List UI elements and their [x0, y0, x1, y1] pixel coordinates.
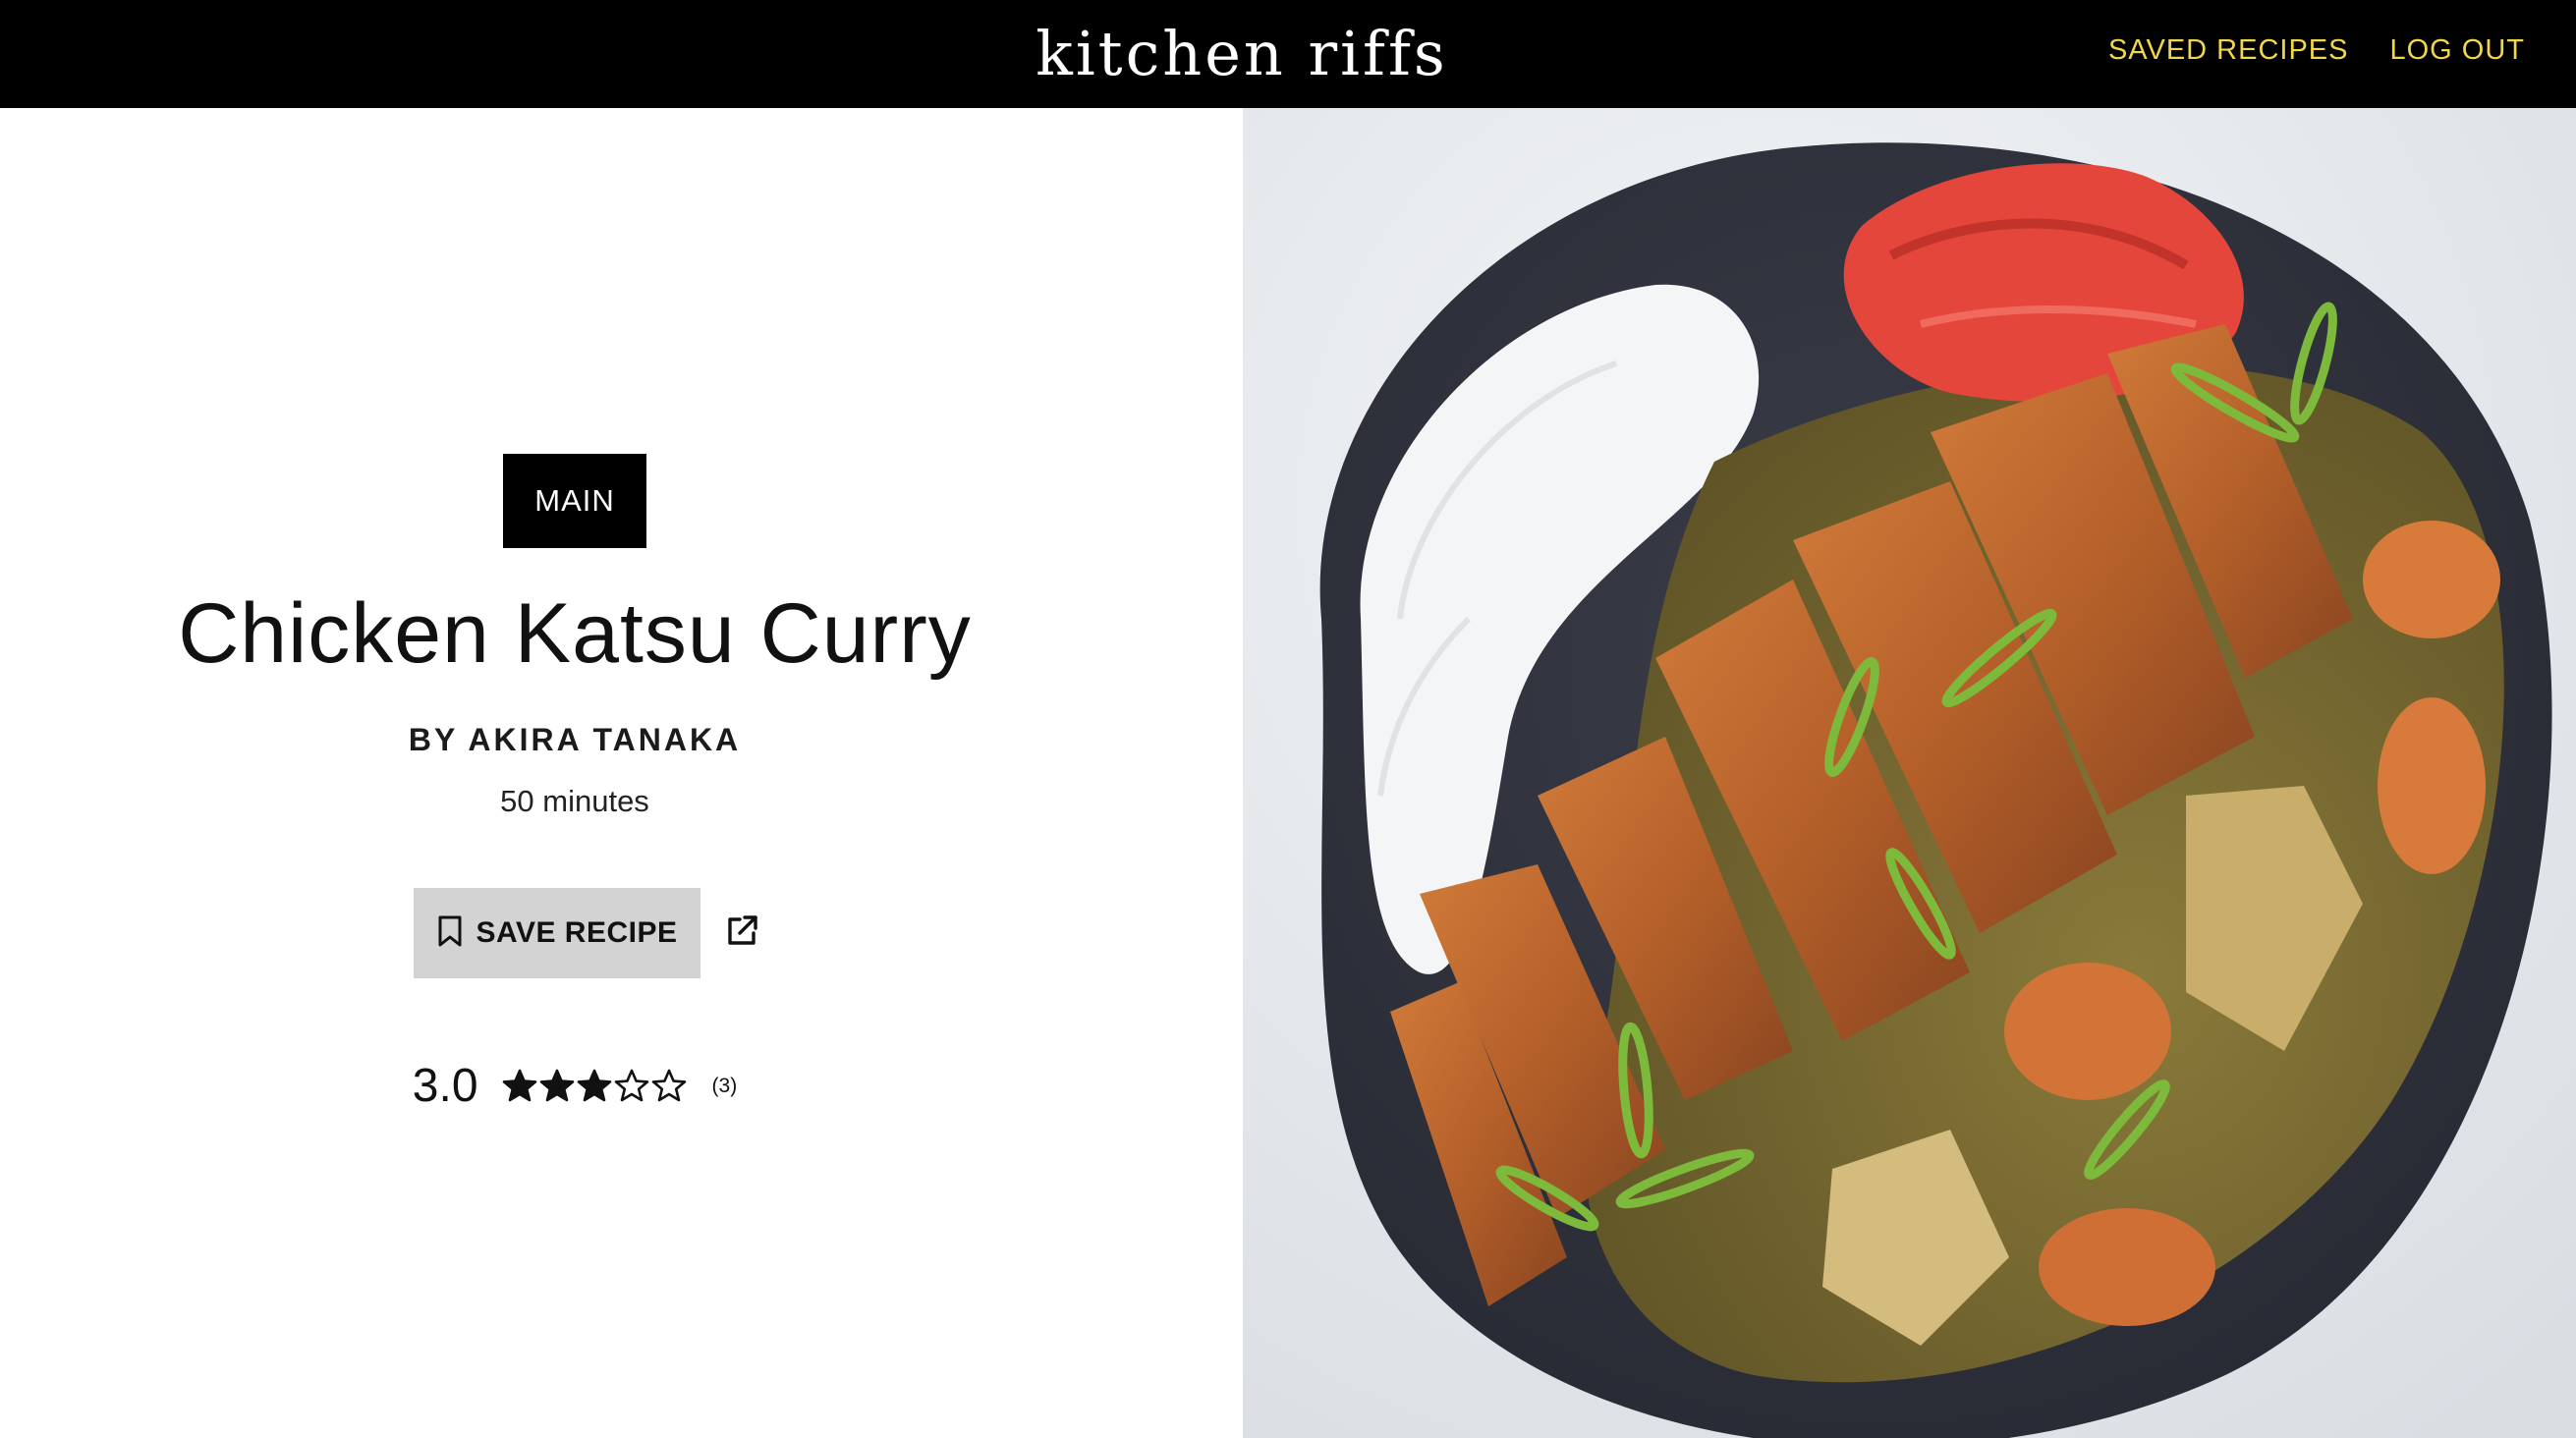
- cook-time: 50 minutes: [500, 784, 649, 818]
- save-recipe-label: SAVE RECIPE: [476, 916, 678, 949]
- header-nav: SAVED RECIPES LOG OUT: [2108, 26, 2525, 75]
- saved-recipes-link[interactable]: SAVED RECIPES: [2108, 34, 2349, 67]
- star-filled-icon[interactable]: [577, 1069, 612, 1104]
- top-nav-bar: kitchen riffs SAVED RECIPES LOG OUT: [0, 0, 2576, 108]
- external-link-icon: [724, 913, 759, 953]
- category-badge: MAIN: [503, 454, 646, 548]
- star-filled-icon[interactable]: [539, 1069, 575, 1104]
- star-empty-icon[interactable]: [651, 1069, 687, 1104]
- star-filled-icon[interactable]: [502, 1069, 537, 1104]
- rating-count: (3): [711, 1074, 738, 1097]
- recipe-info-column: MAIN Chicken Katsu Curry BY AKIRA TANAKA…: [0, 454, 1149, 1113]
- rating-summary: 3.0 (3): [413, 1059, 737, 1113]
- star-empty-icon[interactable]: [614, 1069, 649, 1104]
- recipe-title: Chicken Katsu Curry: [178, 586, 972, 681]
- recipe-actions: SAVE RECIPE: [414, 888, 765, 978]
- rating-stars[interactable]: [502, 1069, 687, 1104]
- log-out-link[interactable]: LOG OUT: [2389, 34, 2525, 67]
- recipe-photo: [1243, 108, 2576, 1438]
- recipe-info-panel: MAIN Chicken Katsu Curry BY AKIRA TANAKA…: [0, 108, 1243, 1438]
- save-recipe-button[interactable]: SAVE RECIPE: [414, 888, 700, 978]
- bookmark-icon: [437, 914, 463, 952]
- recipe-author: BY AKIRA TANAKA: [408, 722, 742, 757]
- external-link-button[interactable]: [718, 910, 765, 957]
- rating-score: 3.0: [412, 1060, 478, 1112]
